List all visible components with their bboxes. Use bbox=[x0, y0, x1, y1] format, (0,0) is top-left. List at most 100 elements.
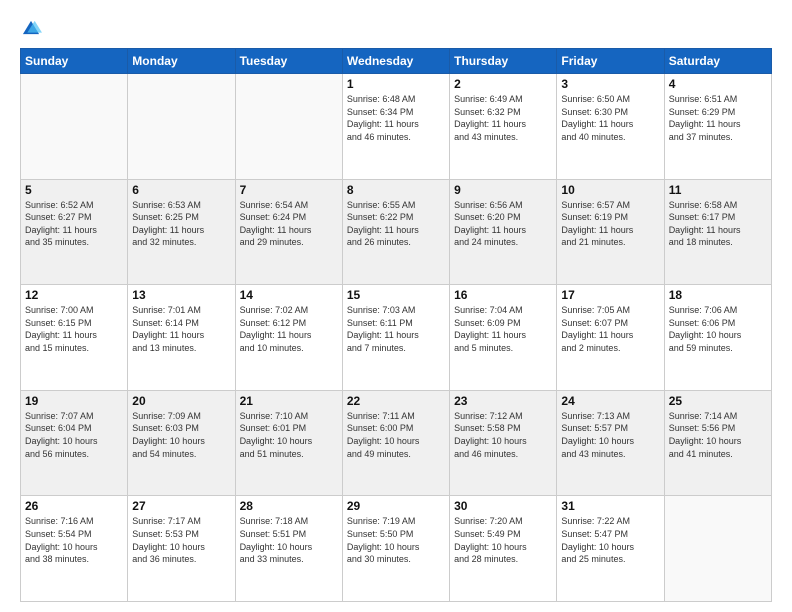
day-info: Sunrise: 7:12 AM Sunset: 5:58 PM Dayligh… bbox=[454, 410, 552, 460]
day-number: 15 bbox=[347, 288, 445, 302]
day-number: 1 bbox=[347, 77, 445, 91]
day-info: Sunrise: 7:03 AM Sunset: 6:11 PM Dayligh… bbox=[347, 304, 445, 354]
day-number: 9 bbox=[454, 183, 552, 197]
day-info: Sunrise: 7:10 AM Sunset: 6:01 PM Dayligh… bbox=[240, 410, 338, 460]
calendar-cell: 7Sunrise: 6:54 AM Sunset: 6:24 PM Daylig… bbox=[235, 179, 342, 285]
calendar-cell: 9 Sunrise: 6:56 AM Sunset: 6:20 PM Daylig… bbox=[450, 179, 557, 285]
day-number: 16 bbox=[454, 288, 552, 302]
day-info: Sunrise: 6:58 AM Sunset: 6:17 PM Dayligh… bbox=[669, 199, 767, 249]
calendar-header: SundayMondayTuesdayWednesdayThursdayFrid… bbox=[21, 49, 772, 74]
day-number: 8 bbox=[347, 183, 445, 197]
calendar-cell: 10 Sunrise: 6:57 AM Sunset: 6:19 PM Dayli… bbox=[557, 179, 664, 285]
calendar-cell: 25 Sunrise: 7:14 AM Sunset: 5:56 PM Dayli… bbox=[664, 390, 771, 496]
calendar-cell bbox=[664, 496, 771, 602]
day-number: 2 bbox=[454, 77, 552, 91]
calendar-cell: 27 Sunrise: 7:17 AM Sunset: 5:53 PM Dayli… bbox=[128, 496, 235, 602]
day-number: 5 bbox=[25, 183, 123, 197]
calendar-cell: 4 Sunrise: 6:51 AM Sunset: 6:29 PM Daylig… bbox=[664, 74, 771, 180]
calendar-cell: 23Sunrise: 7:12 AM Sunset: 5:58 PM Dayli… bbox=[450, 390, 557, 496]
day-info: Sunrise: 6:51 AM Sunset: 6:29 PM Dayligh… bbox=[669, 93, 767, 143]
calendar-cell: 1Sunrise: 6:48 AM Sunset: 6:34 PM Daylig… bbox=[342, 74, 449, 180]
weekday-header: Saturday bbox=[664, 49, 771, 74]
calendar-cell: 30 Sunrise: 7:20 AM Sunset: 5:49 PM Dayli… bbox=[450, 496, 557, 602]
day-info: Sunrise: 7:06 AM Sunset: 6:06 PM Dayligh… bbox=[669, 304, 767, 354]
weekday-header: Thursday bbox=[450, 49, 557, 74]
day-info: Sunrise: 7:13 AM Sunset: 5:57 PM Dayligh… bbox=[561, 410, 659, 460]
day-number: 30 bbox=[454, 499, 552, 513]
calendar-cell: 18 Sunrise: 7:06 AM Sunset: 6:06 PM Dayli… bbox=[664, 285, 771, 391]
logo bbox=[20, 18, 46, 40]
day-number: 28 bbox=[240, 499, 338, 513]
day-info: Sunrise: 6:50 AM Sunset: 6:30 PM Dayligh… bbox=[561, 93, 659, 143]
day-number: 27 bbox=[132, 499, 230, 513]
day-number: 12 bbox=[25, 288, 123, 302]
calendar-cell: 28 Sunrise: 7:18 AM Sunset: 5:51 PM Dayli… bbox=[235, 496, 342, 602]
calendar-cell bbox=[128, 74, 235, 180]
day-number: 6 bbox=[132, 183, 230, 197]
day-number: 21 bbox=[240, 394, 338, 408]
calendar-cell: 13 Sunrise: 7:01 AM Sunset: 6:14 PM Dayli… bbox=[128, 285, 235, 391]
calendar-cell: 8Sunrise: 6:55 AM Sunset: 6:22 PM Daylig… bbox=[342, 179, 449, 285]
day-info: Sunrise: 7:09 AM Sunset: 6:03 PM Dayligh… bbox=[132, 410, 230, 460]
weekday-header: Sunday bbox=[21, 49, 128, 74]
calendar-cell: 19 Sunrise: 7:07 AM Sunset: 6:04 PM Dayli… bbox=[21, 390, 128, 496]
day-info: Sunrise: 6:57 AM Sunset: 6:19 PM Dayligh… bbox=[561, 199, 659, 249]
day-number: 13 bbox=[132, 288, 230, 302]
weekday-header: Wednesday bbox=[342, 49, 449, 74]
day-info: Sunrise: 7:14 AM Sunset: 5:56 PM Dayligh… bbox=[669, 410, 767, 460]
day-info: Sunrise: 6:49 AM Sunset: 6:32 PM Dayligh… bbox=[454, 93, 552, 143]
calendar-cell: 5 Sunrise: 6:52 AM Sunset: 6:27 PM Daylig… bbox=[21, 179, 128, 285]
calendar-cell: 29 Sunrise: 7:19 AM Sunset: 5:50 PM Dayli… bbox=[342, 496, 449, 602]
day-info: Sunrise: 7:18 AM Sunset: 5:51 PM Dayligh… bbox=[240, 515, 338, 565]
day-info: Sunrise: 7:20 AM Sunset: 5:49 PM Dayligh… bbox=[454, 515, 552, 565]
calendar-cell: 11Sunrise: 6:58 AM Sunset: 6:17 PM Dayli… bbox=[664, 179, 771, 285]
calendar-cell: 12 Sunrise: 7:00 AM Sunset: 6:15 PM Dayli… bbox=[21, 285, 128, 391]
day-info: Sunrise: 7:00 AM Sunset: 6:15 PM Dayligh… bbox=[25, 304, 123, 354]
day-number: 22 bbox=[347, 394, 445, 408]
calendar-cell: 26 Sunrise: 7:16 AM Sunset: 5:54 PM Dayli… bbox=[21, 496, 128, 602]
calendar-cell: 22 Sunrise: 7:11 AM Sunset: 6:00 PM Dayli… bbox=[342, 390, 449, 496]
day-info: Sunrise: 7:19 AM Sunset: 5:50 PM Dayligh… bbox=[347, 515, 445, 565]
day-number: 17 bbox=[561, 288, 659, 302]
calendar-cell: 16 Sunrise: 7:04 AM Sunset: 6:09 PM Dayli… bbox=[450, 285, 557, 391]
weekday-header: Tuesday bbox=[235, 49, 342, 74]
day-number: 26 bbox=[25, 499, 123, 513]
day-number: 25 bbox=[669, 394, 767, 408]
day-info: Sunrise: 7:01 AM Sunset: 6:14 PM Dayligh… bbox=[132, 304, 230, 354]
day-number: 7 bbox=[240, 183, 338, 197]
weekday-row: SundayMondayTuesdayWednesdayThursdayFrid… bbox=[21, 49, 772, 74]
day-info: Sunrise: 7:11 AM Sunset: 6:00 PM Dayligh… bbox=[347, 410, 445, 460]
calendar-cell: 15 Sunrise: 7:03 AM Sunset: 6:11 PM Dayli… bbox=[342, 285, 449, 391]
calendar: SundayMondayTuesdayWednesdayThursdayFrid… bbox=[20, 48, 772, 602]
calendar-cell: 31 Sunrise: 7:22 AM Sunset: 5:47 PM Dayli… bbox=[557, 496, 664, 602]
calendar-cell bbox=[21, 74, 128, 180]
calendar-cell: 14 Sunrise: 7:02 AM Sunset: 6:12 PM Dayli… bbox=[235, 285, 342, 391]
day-info: Sunrise: 7:02 AM Sunset: 6:12 PM Dayligh… bbox=[240, 304, 338, 354]
day-info: Sunrise: 6:52 AM Sunset: 6:27 PM Dayligh… bbox=[25, 199, 123, 249]
calendar-cell: 21 Sunrise: 7:10 AM Sunset: 6:01 PM Dayli… bbox=[235, 390, 342, 496]
day-info: Sunrise: 7:17 AM Sunset: 5:53 PM Dayligh… bbox=[132, 515, 230, 565]
header bbox=[20, 18, 772, 40]
weekday-header: Friday bbox=[557, 49, 664, 74]
day-number: 19 bbox=[25, 394, 123, 408]
calendar-week: 5 Sunrise: 6:52 AM Sunset: 6:27 PM Daylig… bbox=[21, 179, 772, 285]
day-number: 4 bbox=[669, 77, 767, 91]
day-info: Sunrise: 7:04 AM Sunset: 6:09 PM Dayligh… bbox=[454, 304, 552, 354]
day-number: 29 bbox=[347, 499, 445, 513]
calendar-cell: 17 Sunrise: 7:05 AM Sunset: 6:07 PM Dayli… bbox=[557, 285, 664, 391]
day-info: Sunrise: 7:07 AM Sunset: 6:04 PM Dayligh… bbox=[25, 410, 123, 460]
calendar-cell: 6Sunrise: 6:53 AM Sunset: 6:25 PM Daylig… bbox=[128, 179, 235, 285]
calendar-cell: 24Sunrise: 7:13 AM Sunset: 5:57 PM Dayli… bbox=[557, 390, 664, 496]
day-number: 10 bbox=[561, 183, 659, 197]
calendar-week: 19 Sunrise: 7:07 AM Sunset: 6:04 PM Dayli… bbox=[21, 390, 772, 496]
day-info: Sunrise: 6:56 AM Sunset: 6:20 PM Dayligh… bbox=[454, 199, 552, 249]
day-number: 20 bbox=[132, 394, 230, 408]
day-number: 3 bbox=[561, 77, 659, 91]
day-info: Sunrise: 7:05 AM Sunset: 6:07 PM Dayligh… bbox=[561, 304, 659, 354]
day-info: Sunrise: 7:22 AM Sunset: 5:47 PM Dayligh… bbox=[561, 515, 659, 565]
day-number: 31 bbox=[561, 499, 659, 513]
day-number: 14 bbox=[240, 288, 338, 302]
day-number: 18 bbox=[669, 288, 767, 302]
day-info: Sunrise: 7:16 AM Sunset: 5:54 PM Dayligh… bbox=[25, 515, 123, 565]
calendar-week: 26 Sunrise: 7:16 AM Sunset: 5:54 PM Dayli… bbox=[21, 496, 772, 602]
